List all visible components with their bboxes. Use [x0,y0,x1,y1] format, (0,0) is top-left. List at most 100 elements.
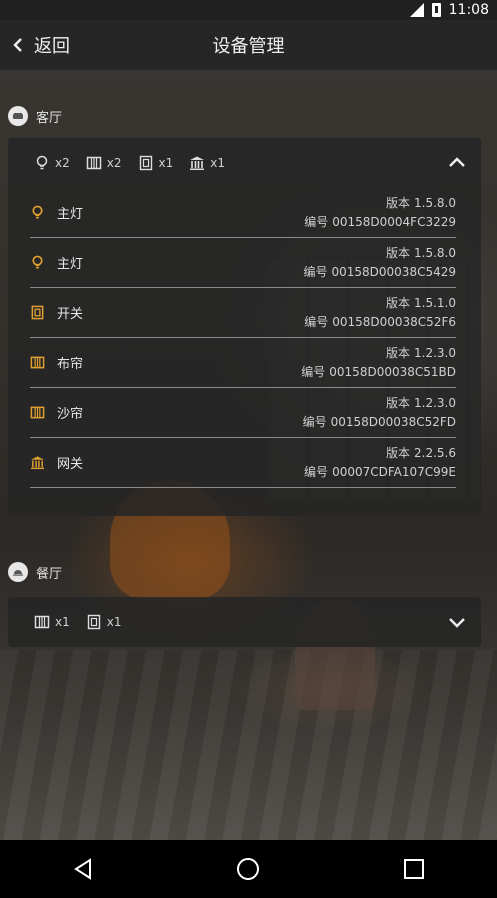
system-navigation-bar [0,840,497,898]
version-label: 版本 [386,295,411,310]
switch-icon [139,155,152,171]
gateway-icon [190,156,205,170]
device-row[interactable]: 网关 版本 2.2.5.6 编号 00007CDFA107C99E [30,438,456,488]
chevron-down-icon[interactable] [447,612,467,632]
system-home-button[interactable] [218,849,278,889]
square-recents-icon [404,859,425,879]
device-content: 客厅 x2 x2 x1 x1 主灯 版本 1.5.8.0 编号 00158D00… [0,70,497,840]
bulb-icon [36,155,48,170]
summary-gateway: x1 [189,155,225,171]
summary-count: x1 [55,615,70,629]
top-nav-bar: 返回 设备管理 [0,20,497,70]
device-info: 主灯 [30,203,83,222]
device-meta: 版本 1.2.3.0 编号 00158D00038C51BD [301,344,456,382]
triangle-back-icon [73,858,91,880]
version-label: 版本 [386,195,411,210]
curtain-icon [30,406,45,419]
summary-curtain: x2 [86,155,122,171]
device-info: 主灯 [30,253,83,272]
serial-label: 编号 [304,464,329,479]
device-info: 布帘 [30,353,83,372]
device-info: 沙帘 [30,403,83,422]
device-row[interactable]: 沙帘 版本 1.2.3.0 编号 00158D00038C52FD [30,388,456,438]
serial-label: 编号 [301,364,326,379]
device-version: 1.5.1.0 [414,295,456,310]
serial-label: 编号 [302,414,327,429]
device-serial: 00158D00038C51BD [329,364,456,379]
device-name: 沙帘 [57,407,84,422]
room-header-living-room: 客厅 [8,106,62,126]
gateway-icon [30,456,45,470]
device-meta: 版本 1.2.3.0 编号 00158D00038C52FD [303,394,456,432]
curtain-icon [86,156,101,170]
status-time: 11:08 [448,2,489,18]
switch-icon [87,614,100,630]
device-row[interactable]: 主灯 版本 1.5.8.0 编号 00158D00038C5429 [30,238,456,288]
version-label: 版本 [386,445,411,460]
summary-count: x1 [106,615,122,629]
chevron-up-icon[interactable] [447,153,467,173]
device-list: 主灯 版本 1.5.8.0 编号 00158D0004FC3229 主灯 版本 1.5… [8,188,481,488]
room-name: 客厅 [36,110,63,126]
serial-label: 编号 [304,314,329,329]
summary-curtain: x1 [34,614,70,630]
room-summary[interactable]: x1 x1 [8,597,481,647]
device-serial: 00007CDFA107C99E [332,464,456,479]
summary-switch: x1 [86,614,122,630]
summary-count: x1 [210,156,225,170]
summary-switch: x1 [138,155,174,171]
device-serial: 00158D00038C5429 [331,264,456,279]
bulb-icon [32,205,43,219]
device-info: 开关 [30,303,83,322]
back-label: 返回 [34,36,70,57]
signal-icon [409,3,424,17]
device-name: 布帘 [57,357,84,372]
device-version: 2.2.5.6 [414,445,456,460]
room-card-living-room: x2 x2 x1 x1 主灯 版本 1.5.8.0 编号 00158D0004F… [8,138,481,516]
summary-count: x2 [106,156,122,170]
device-name: 开关 [57,307,84,322]
device-version: 1.2.3.0 [414,345,456,360]
curtain-icon [30,356,45,369]
version-label: 版本 [386,245,411,260]
page-title: 设备管理 [212,36,285,57]
room-header-dining-room: 餐厅 [8,562,62,582]
circle-home-icon [237,858,260,880]
room-card-dining-room: x1 x1 [8,597,481,647]
system-recents-button[interactable] [384,849,444,889]
device-version: 1.5.8.0 [414,195,456,210]
summary-count: x2 [55,156,70,170]
version-label: 版本 [386,345,411,360]
device-serial: 00158D00038C52F6 [332,314,456,329]
back-button[interactable]: 返回 [10,20,70,70]
system-back-button[interactable] [53,849,113,889]
summary-bulb: x2 [34,155,70,171]
curtain-icon [34,615,50,629]
device-serial: 00158D0004FC3229 [332,214,456,229]
device-info: 网关 [30,453,83,472]
version-label: 版本 [386,395,411,410]
device-name: 主灯 [57,257,84,272]
sofa-icon [8,106,28,126]
device-row[interactable]: 主灯 版本 1.5.8.0 编号 00158D0004FC3229 [30,188,456,238]
room-name: 餐厅 [36,566,63,582]
device-row[interactable]: 开关 版本 1.5.1.0 编号 00158D00038C52F6 [30,288,456,338]
switch-icon [31,305,44,320]
battery-icon [431,3,441,17]
device-name: 网关 [57,457,84,472]
device-version: 1.5.8.0 [414,245,456,260]
device-meta: 版本 1.5.1.0 编号 00158D00038C52F6 [304,294,456,332]
device-meta: 版本 1.5.8.0 编号 00158D0004FC3229 [304,194,456,232]
device-row[interactable]: 布帘 版本 1.2.3.0 编号 00158D00038C51BD [30,338,456,388]
room-summary[interactable]: x2 x2 x1 x1 [8,138,481,188]
device-serial: 00158D00038C52FD [330,414,456,429]
status-bar: 11:08 [0,0,497,20]
dining-icon [8,562,28,582]
chevron-left-icon [13,38,22,52]
device-meta: 版本 2.2.5.6 编号 00007CDFA107C99E [304,444,456,482]
device-meta: 版本 1.5.8.0 编号 00158D00038C5429 [303,244,456,282]
serial-label: 编号 [304,214,329,229]
summary-count: x1 [158,156,174,170]
device-name: 主灯 [57,207,84,222]
serial-label: 编号 [303,264,328,279]
